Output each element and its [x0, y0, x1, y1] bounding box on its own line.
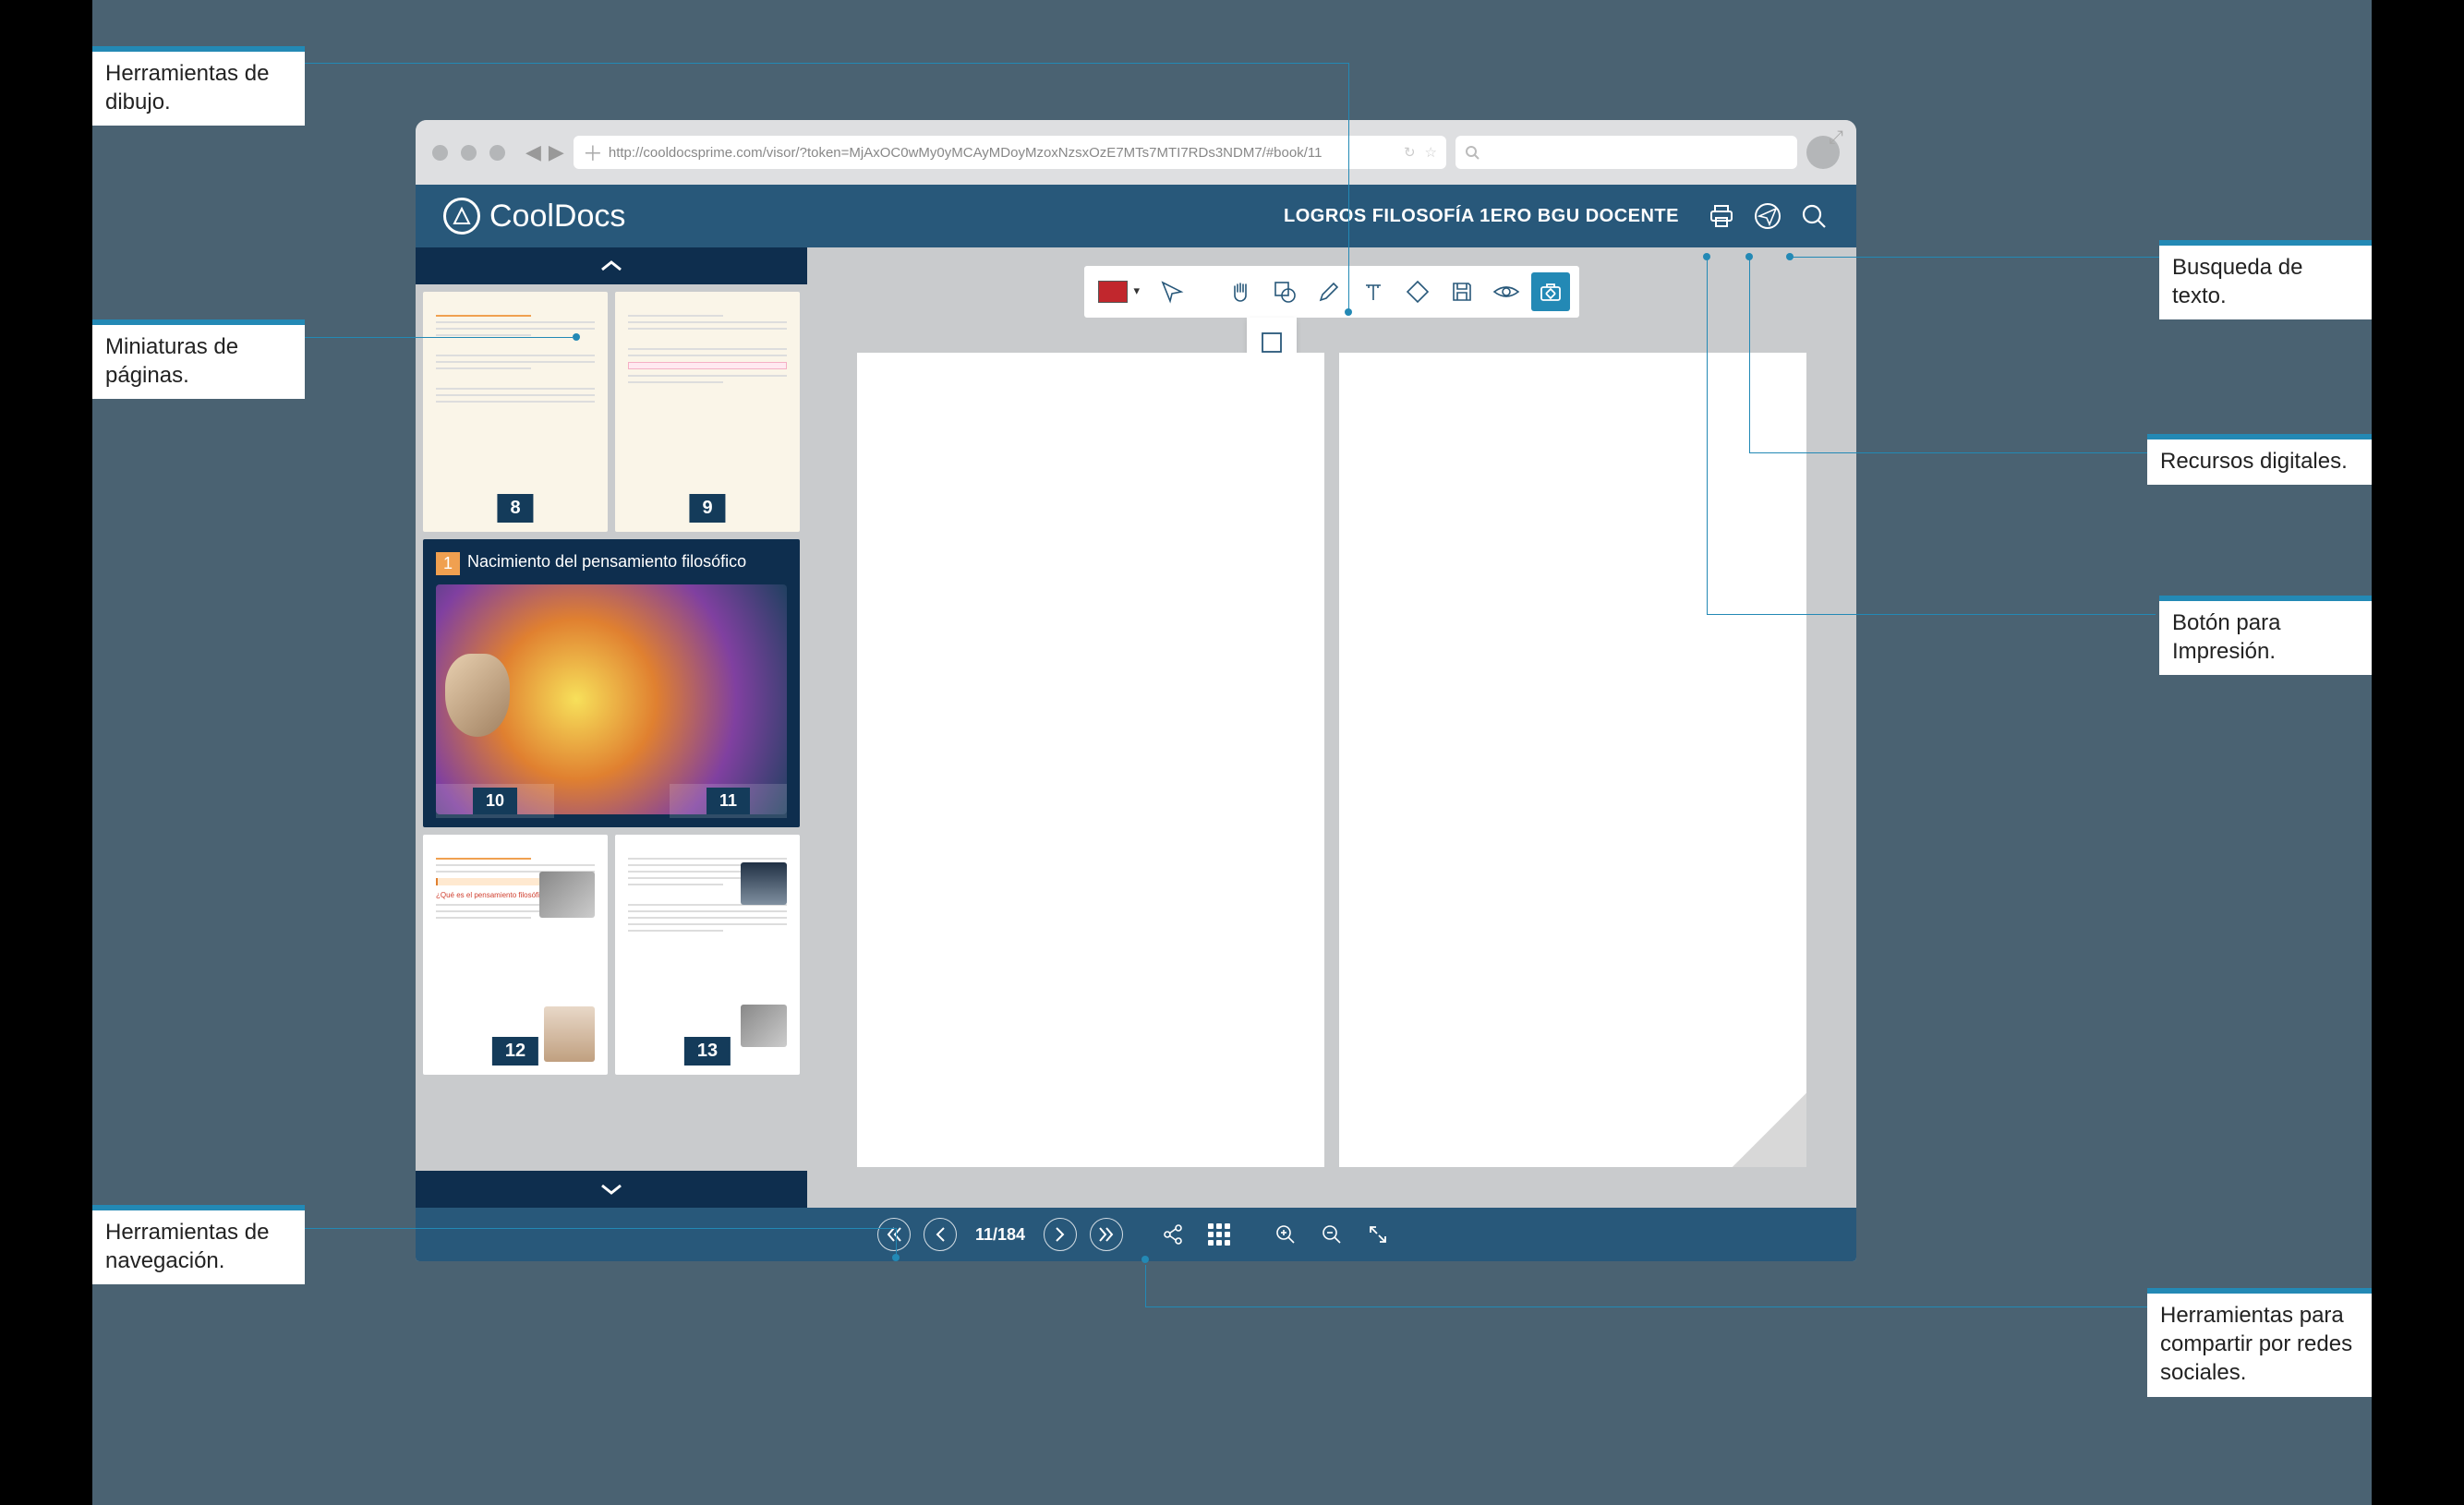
thumbnail-spread-8-9[interactable]: 8 9	[423, 292, 800, 532]
shape-tool[interactable]	[1265, 272, 1304, 311]
refresh-icon[interactable]: ↻	[1404, 144, 1416, 161]
print-button[interactable]	[1707, 201, 1736, 231]
brand-logo-icon	[443, 198, 480, 235]
app-header: CoolDocs LOGROS FILOSOFÍA 1ERO BGU DOCEN…	[416, 185, 1856, 247]
traffic-light-minimize[interactable]	[461, 145, 477, 161]
visibility-tool[interactable]	[1487, 272, 1526, 311]
callout-navigation-tools: Herramientas de navegación.	[92, 1205, 305, 1284]
share-paper-plane-button[interactable]	[1753, 201, 1782, 231]
url-text: http://cooldocsprime.com/visor/?token=Mj…	[609, 145, 1404, 161]
grid-icon	[1208, 1223, 1230, 1246]
zoom-in-icon	[1274, 1223, 1297, 1246]
save-tool[interactable]	[1443, 272, 1481, 311]
chevron-down-icon	[598, 1182, 624, 1197]
eraser-tool[interactable]	[1398, 272, 1437, 311]
zoom-in-button[interactable]	[1269, 1218, 1302, 1251]
unit-number: 1	[436, 552, 460, 575]
thumbnail-page-8[interactable]: 8	[423, 292, 608, 532]
browser-search-bar[interactable]	[1455, 136, 1797, 169]
thumbnail-spread-12-13[interactable]: ¿Qué es el pensamiento filosófico? 12	[423, 835, 800, 1075]
browser-back-icon[interactable]: ◀	[525, 140, 541, 164]
share-icon	[1162, 1223, 1184, 1246]
thumbnails-sidebar: 8 9	[416, 247, 807, 1208]
page-view[interactable]	[820, 325, 1843, 1195]
chevron-left-icon	[934, 1226, 947, 1243]
next-page-button[interactable]	[1044, 1218, 1077, 1251]
thumbnail-page-13[interactable]: 13	[615, 835, 800, 1075]
thumbnail-page-number: 13	[684, 1037, 731, 1066]
page-indicator: 11/184	[970, 1225, 1031, 1245]
color-picker-tool[interactable]	[1093, 272, 1132, 311]
callout-text-search: Busqueda de texto.	[2159, 240, 2372, 319]
drawing-toolbar	[1084, 266, 1579, 318]
traffic-light-zoom[interactable]	[489, 145, 505, 161]
thumbnail-page-number: 10	[473, 788, 517, 814]
search-button[interactable]	[1799, 201, 1829, 231]
thumbnail-spread-10-11[interactable]: 1 Nacimiento del pensamiento filosófico …	[423, 539, 800, 827]
first-page-button[interactable]	[877, 1218, 911, 1251]
thumbnail-page-12[interactable]: ¿Qué es el pensamiento filosófico? 12	[423, 835, 608, 1075]
document-title: LOGROS FILOSOFÍA 1ERO BGU DOCENTE	[1284, 206, 1679, 227]
thumbnails-scroll-up[interactable]	[416, 247, 807, 284]
fullscreen-button[interactable]	[1361, 1218, 1395, 1251]
prev-page-button[interactable]	[924, 1218, 957, 1251]
digital-resources-tool[interactable]	[1531, 272, 1570, 311]
bookmark-icon[interactable]: ☆	[1425, 144, 1437, 161]
unit-title: Nacimiento del pensamiento filosófico	[467, 552, 746, 575]
url-bar[interactable]: ＋ http://cooldocsprime.com/visor/?token=…	[574, 136, 1446, 169]
browser-forward-icon[interactable]: ▶	[549, 140, 564, 164]
chevron-up-icon	[598, 259, 624, 273]
double-chevron-right-icon	[1098, 1226, 1115, 1243]
last-page-button[interactable]	[1090, 1218, 1123, 1251]
search-icon	[1465, 145, 1480, 160]
thumbnail-page-9[interactable]: 9	[615, 292, 800, 532]
callout-share-tools: Herramientas para compartir por redes so…	[2147, 1288, 2372, 1397]
callout-drawing-tools: Herramientas de dibujo.	[92, 46, 305, 126]
grid-view-button[interactable]	[1202, 1218, 1236, 1251]
chevron-right-icon	[1054, 1226, 1067, 1243]
traffic-light-close[interactable]	[432, 145, 448, 161]
color-swatch-icon	[1098, 281, 1128, 303]
text-tool[interactable]	[1354, 272, 1393, 311]
callout-digital-resources: Recursos digitales.	[2147, 434, 2372, 485]
browser-chrome: ◀ ▶ ＋ http://cooldocsprime.com/visor/?to…	[416, 120, 1856, 185]
thumbnail-page-number: 12	[492, 1037, 538, 1066]
thumbnails-scroll-down[interactable]	[416, 1171, 807, 1208]
zoom-out-button[interactable]	[1315, 1218, 1348, 1251]
brand-text: CoolDocs	[489, 199, 625, 235]
expand-window-icon[interactable]: ⤢	[1829, 127, 1843, 149]
zoom-out-icon	[1321, 1223, 1343, 1246]
callout-thumbnails: Miniaturas de páginas.	[92, 319, 305, 399]
navigation-toolbar: 11/184	[416, 1208, 1856, 1261]
thumbnail-page-number: 8	[497, 494, 533, 523]
callout-print-button: Botón para Impresión.	[2159, 596, 2372, 675]
add-tab-icon[interactable]: ＋	[583, 138, 603, 167]
brand: CoolDocs	[443, 198, 625, 235]
page-right[interactable]	[1339, 353, 1806, 1167]
share-button[interactable]	[1156, 1218, 1190, 1251]
pan-tool[interactable]	[1221, 272, 1260, 311]
browser-window: ◀ ▶ ＋ http://cooldocsprime.com/visor/?to…	[416, 120, 1856, 1261]
cursor-tool[interactable]	[1153, 272, 1191, 311]
thumbnail-page-number: 9	[689, 494, 725, 523]
thumbnail-page-number: 11	[707, 788, 750, 814]
pencil-tool[interactable]	[1310, 272, 1348, 311]
page-left[interactable]	[857, 353, 1324, 1167]
unit-cover-image	[436, 584, 787, 814]
fullscreen-icon	[1368, 1224, 1388, 1245]
